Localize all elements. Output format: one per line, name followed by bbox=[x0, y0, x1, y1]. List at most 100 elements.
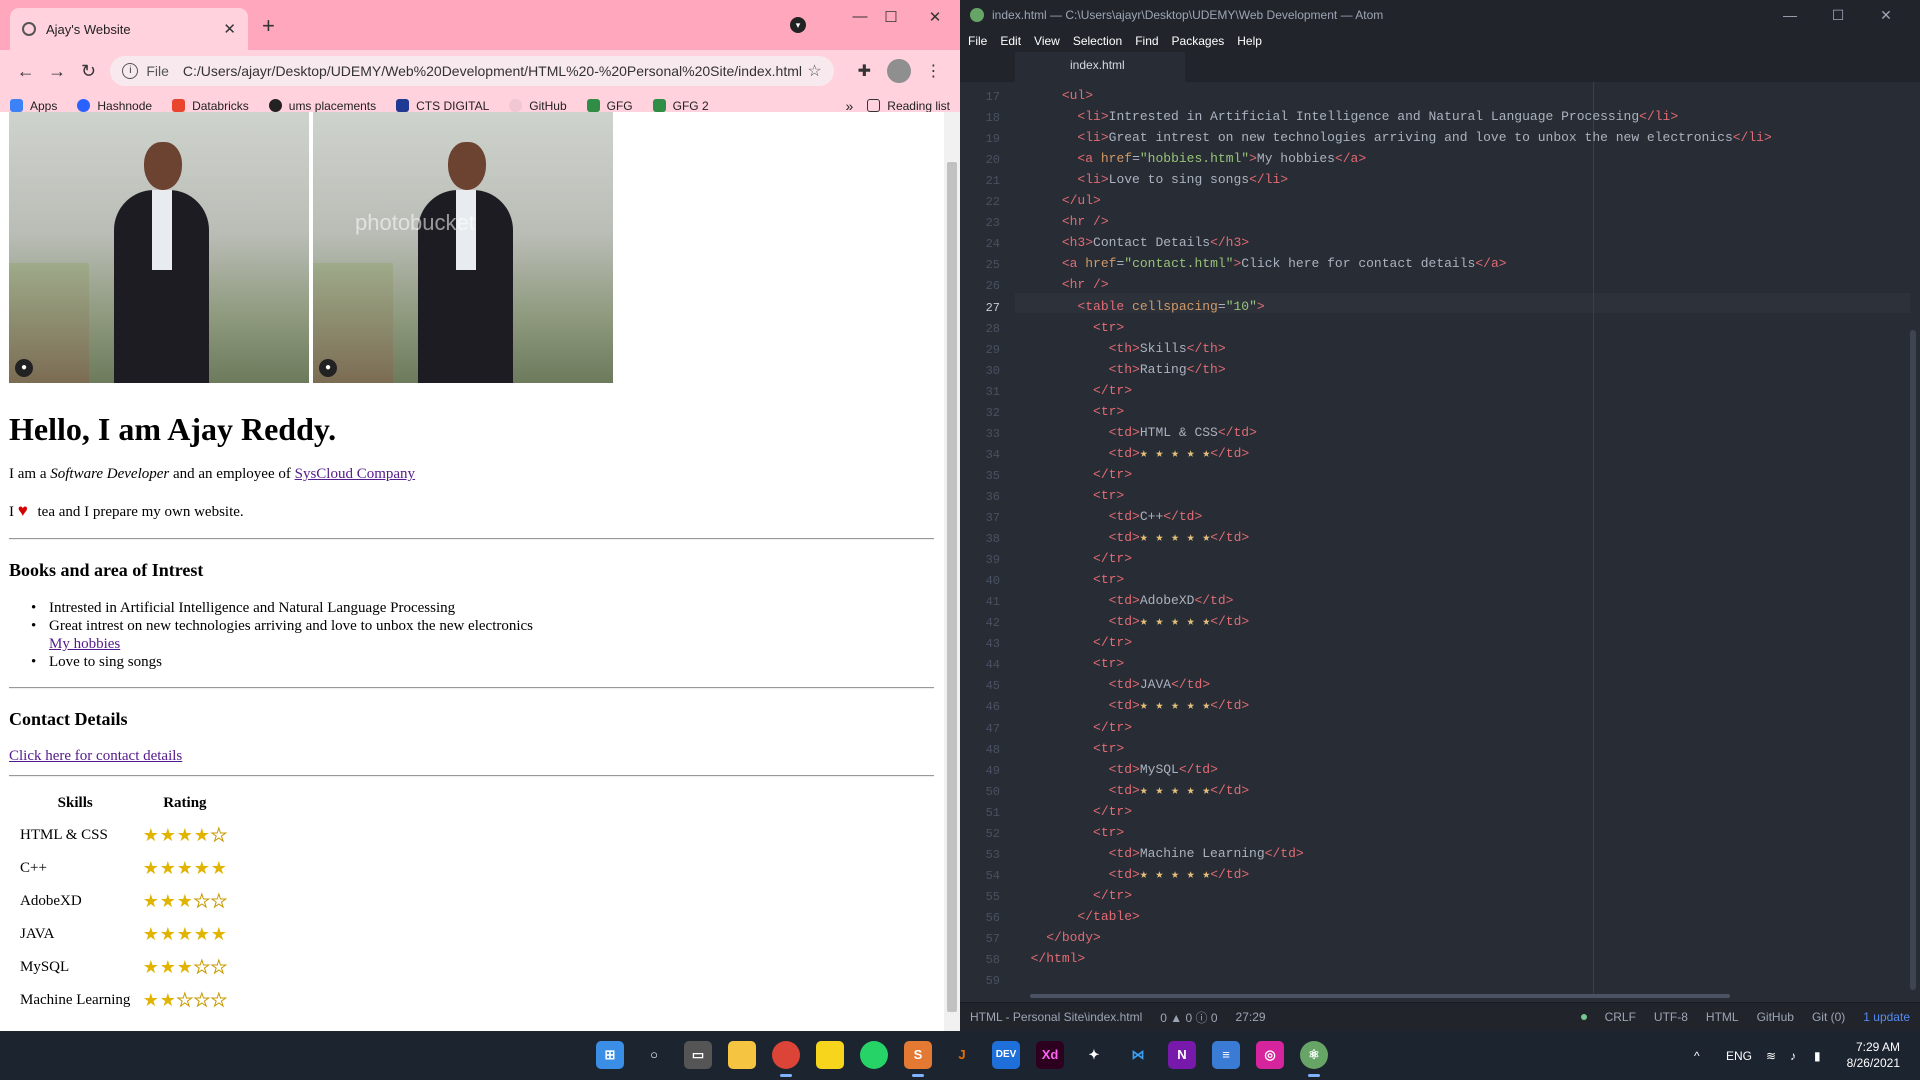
reading-list-button[interactable]: Reading list bbox=[867, 99, 950, 113]
close-window-icon[interactable]: ✕ bbox=[1862, 7, 1910, 24]
address-bar[interactable]: i File C:/Users/ajayr/Desktop/UDEMY/Web%… bbox=[110, 56, 834, 86]
java-icon[interactable]: J bbox=[948, 1041, 976, 1069]
status-diagnostics[interactable]: 0 ▲ 0 ⓘ 0 bbox=[1160, 1009, 1217, 1026]
adobe-xd-icon[interactable]: Xd bbox=[1036, 1041, 1064, 1069]
clock[interactable]: 7:29 AM 8/26/2021 bbox=[1847, 1039, 1900, 1071]
menu-help[interactable]: Help bbox=[1237, 34, 1262, 48]
bookmark-databricks[interactable]: Databricks bbox=[172, 99, 249, 113]
new-tab-button[interactable]: + bbox=[262, 13, 275, 39]
line-number: 32 bbox=[985, 405, 1000, 420]
table-header-row: Skills Rating bbox=[19, 792, 228, 814]
bookmark-cts[interactable]: CTS DIGITAL bbox=[396, 99, 489, 113]
line-number: 17 bbox=[985, 90, 1000, 104]
line-number: 46 bbox=[985, 700, 1000, 715]
code-stars: ★ ★ ★ ★ ★ bbox=[1139, 445, 1211, 461]
browser-tab[interactable]: Ajay's Website ✕ bbox=[10, 8, 248, 50]
figma-icon[interactable]: ✦ bbox=[1080, 1041, 1108, 1069]
contact-link[interactable]: Click here for contact details bbox=[9, 748, 182, 765]
status-file[interactable]: HTML - Personal Site\index.html bbox=[970, 1010, 1142, 1024]
editor-tab[interactable]: index.html bbox=[1015, 52, 1185, 82]
scrollbar-thumb[interactable] bbox=[947, 162, 957, 1012]
language-indicator[interactable]: ENG bbox=[1726, 1031, 1752, 1080]
gfg-icon bbox=[652, 99, 666, 112]
close-tab-icon[interactable]: ✕ bbox=[223, 20, 236, 38]
bookmark-ums[interactable]: ums placements bbox=[268, 98, 377, 113]
volume-icon[interactable]: ♪ bbox=[1790, 1031, 1796, 1080]
status-encoding[interactable]: UTF-8 bbox=[1654, 1010, 1688, 1024]
maximize-icon[interactable]: ☐ bbox=[876, 8, 906, 26]
page-scrollbar[interactable] bbox=[944, 112, 960, 1031]
status-cursor[interactable]: 27:29 bbox=[1236, 1010, 1266, 1024]
star-icon: ★ bbox=[176, 924, 193, 944]
sticky-notes-icon[interactable] bbox=[816, 1041, 844, 1069]
battery-icon[interactable]: ▮ bbox=[1814, 1031, 1821, 1080]
menu-file[interactable]: File bbox=[968, 34, 987, 48]
editor-hscrollbar[interactable] bbox=[1030, 994, 1730, 998]
reload-icon[interactable]: ↻ bbox=[73, 61, 104, 82]
sublime-icon[interactable]: S bbox=[904, 1041, 932, 1077]
extensions-icon[interactable]: ✚ bbox=[848, 61, 881, 81]
maximize-icon[interactable]: ☐ bbox=[1814, 7, 1862, 24]
search-icon[interactable]: ○ bbox=[640, 1041, 668, 1069]
menu-edit[interactable]: Edit bbox=[1000, 34, 1021, 48]
instagram-icon[interactable]: ◎ bbox=[1256, 1041, 1284, 1069]
dev-cpp-icon[interactable]: DEV bbox=[992, 1041, 1020, 1069]
bookmark-star-icon[interactable]: ☆ bbox=[807, 61, 821, 81]
wifi-icon[interactable]: ≋ bbox=[1766, 1031, 1776, 1080]
menu-selection[interactable]: Selection bbox=[1073, 34, 1122, 48]
line-number: 18 bbox=[985, 111, 1000, 126]
task-view-icon[interactable]: ▭ bbox=[684, 1041, 712, 1069]
clock-date: 8/26/2021 bbox=[1846, 1056, 1900, 1070]
bookmark-gfg2[interactable]: GFG 2 bbox=[652, 99, 709, 113]
love-paragraph: I ♥ tea and I prepare my own website. bbox=[9, 502, 244, 521]
bookmark-label: ums placements bbox=[288, 98, 377, 113]
back-icon[interactable]: ← bbox=[10, 61, 41, 82]
bookmark-gfg[interactable]: GFG bbox=[586, 99, 633, 113]
forward-icon[interactable]: → bbox=[41, 61, 72, 82]
bookmark-apps[interactable]: Apps bbox=[10, 99, 57, 113]
bookmark-github[interactable]: GitHub bbox=[509, 99, 567, 113]
close-window-icon[interactable]: ✕ bbox=[920, 8, 950, 26]
editor-vscrollbar[interactable] bbox=[1910, 330, 1916, 990]
contact-heading: Contact Details bbox=[9, 709, 128, 729]
company-link[interactable]: SysCloud Company bbox=[295, 466, 415, 482]
onenote-icon[interactable]: N bbox=[1168, 1041, 1196, 1069]
line-number: 25 bbox=[985, 258, 1000, 273]
skill-name: AdobeXD bbox=[20, 893, 82, 909]
photo-person bbox=[418, 142, 513, 383]
status-git[interactable]: Git (0) bbox=[1812, 1010, 1845, 1024]
tray-chevron-icon[interactable]: ^ bbox=[1694, 1031, 1700, 1080]
menu-kebab-icon[interactable]: ⋮ bbox=[917, 61, 950, 81]
skill-name: Machine Learning bbox=[20, 992, 131, 1008]
code-editor[interactable]: <ul> <li>Intrested in Artificial Intelli… bbox=[1015, 82, 1915, 998]
tab-search-icon[interactable]: ▾ bbox=[790, 17, 806, 33]
code-line: <td>C++</td> bbox=[1108, 509, 1203, 524]
minimize-icon[interactable]: — bbox=[845, 8, 875, 25]
whatsapp-icon[interactable] bbox=[860, 1041, 888, 1069]
status-github[interactable]: GitHub bbox=[1757, 1010, 1794, 1024]
line-number: 49 bbox=[985, 763, 1000, 778]
chrome-taskbar-icon[interactable] bbox=[772, 1041, 800, 1077]
status-line-ending[interactable]: CRLF bbox=[1605, 1010, 1636, 1024]
menu-packages[interactable]: Packages bbox=[1172, 34, 1225, 48]
menu-view[interactable]: View bbox=[1034, 34, 1060, 48]
menu-find[interactable]: Find bbox=[1135, 34, 1158, 48]
table-row: MySQL ★★★★★ bbox=[19, 956, 228, 979]
notepad-icon[interactable]: ≡ bbox=[1212, 1041, 1240, 1069]
url-text[interactable]: C:/Users/ajayr/Desktop/UDEMY/Web%20Devel… bbox=[183, 63, 807, 79]
file-explorer-icon[interactable] bbox=[728, 1041, 756, 1069]
info-icon[interactable]: i bbox=[122, 63, 139, 79]
minimize-icon[interactable]: — bbox=[1766, 7, 1814, 24]
profile-photo: ● bbox=[313, 112, 613, 383]
star-icon: ★ bbox=[176, 957, 193, 977]
status-updates[interactable]: 1 update bbox=[1863, 1010, 1910, 1024]
status-grammar[interactable]: HTML bbox=[1706, 1010, 1739, 1024]
atom-taskbar-icon[interactable]: ⚛ bbox=[1300, 1041, 1328, 1077]
bookmark-hashnode[interactable]: Hashnode bbox=[77, 99, 152, 113]
vscode-icon[interactable]: ⋈ bbox=[1124, 1041, 1152, 1069]
profile-avatar[interactable] bbox=[887, 59, 911, 83]
start-icon[interactable]: ⊞ bbox=[596, 1041, 624, 1069]
code-line: <tr> bbox=[1093, 824, 1125, 840]
hobbies-link[interactable]: My hobbies bbox=[49, 636, 120, 652]
code-line: <li>Great intrest on new technologies ar… bbox=[1077, 130, 1772, 146]
